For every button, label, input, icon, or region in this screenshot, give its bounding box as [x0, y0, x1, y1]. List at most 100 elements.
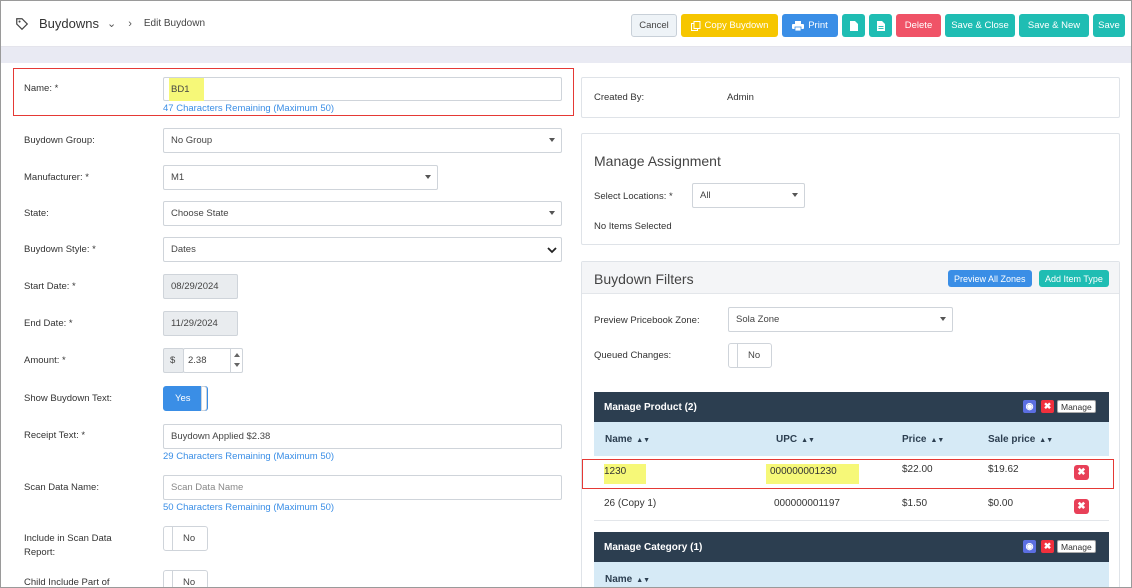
sort-icon: ▲▼ — [636, 577, 651, 584]
file-icon — [849, 20, 858, 31]
breadcrumb: Buydowns ⌄ › Edit Buydown — [15, 16, 205, 31]
child-value: No — [183, 577, 196, 588]
zone-label: Preview Pricebook Zone: — [594, 315, 700, 326]
created-panel: Created By: Admin — [581, 77, 1120, 118]
col-name[interactable]: Name ▲▼ — [605, 434, 650, 445]
export-pdf-button[interactable] — [842, 14, 865, 37]
row2-upc: 000000001197 — [774, 498, 840, 509]
eye-icon[interactable]: ◉ — [1023, 540, 1036, 553]
start-date-input[interactable]: 08/29/2024 — [163, 274, 238, 299]
style-select[interactable]: Dates — [163, 237, 562, 262]
group-label: Buydown Group: — [24, 135, 95, 146]
save-new-button[interactable]: Save & New — [1019, 14, 1089, 37]
close-icon[interactable]: ✖ — [1041, 540, 1054, 553]
show-text-value: Yes — [175, 393, 191, 404]
receipt-label: Receipt Text: * — [24, 430, 86, 441]
state-select[interactable]: Choose State — [163, 201, 562, 226]
name-label: Name: * — [24, 83, 59, 94]
row2-name: 26 (Copy 1) — [604, 498, 657, 509]
name-input[interactable]: BD1 — [163, 77, 562, 101]
zone-select[interactable]: Sola Zone — [728, 307, 953, 332]
end-date-label: End Date: * — [24, 318, 73, 329]
export-doc-button[interactable] — [869, 14, 892, 37]
col-category-name-label: Name — [605, 574, 633, 585]
stepper-down-icon[interactable] — [234, 363, 240, 367]
include-toggle[interactable]: No — [163, 526, 208, 551]
copy-buydown-label: Copy Buydown — [704, 20, 769, 31]
copy-buydown-button[interactable]: Copy Buydown — [681, 14, 778, 37]
col-sale[interactable]: Sale price ▲▼ — [988, 434, 1053, 445]
zone-value: Sola Zone — [736, 314, 780, 325]
receipt-value: Buydown Applied $2.38 — [171, 431, 271, 442]
caret-down-icon — [549, 138, 555, 142]
toggle-knob — [729, 344, 738, 367]
scan-label: Scan Data Name: — [24, 482, 99, 493]
top-bar: Buydowns ⌄ › Edit Buydown Cancel Copy Bu… — [1, 1, 1131, 47]
locations-select[interactable]: All — [692, 183, 805, 208]
currency-prefix: $ — [163, 348, 184, 373]
scan-placeholder: Scan Data Name — [171, 482, 244, 493]
col-sale-label: Sale price — [988, 434, 1036, 445]
save-button[interactable]: Save — [1093, 14, 1125, 37]
row2-price: $1.50 — [902, 498, 928, 509]
preview-all-zones-button[interactable]: Preview All Zones — [948, 270, 1032, 287]
end-date-input[interactable]: 11/29/2024 — [163, 311, 238, 336]
amount-value: 2.38 — [188, 355, 207, 366]
sort-icon: ▲▼ — [801, 437, 815, 444]
amount-stepper[interactable] — [230, 349, 242, 372]
breadcrumb-root[interactable]: Buydowns — [39, 16, 99, 31]
category-manage-button[interactable]: Manage — [1057, 540, 1096, 553]
state-label: State: — [24, 208, 49, 219]
amount-input[interactable]: 2.38 — [183, 348, 243, 373]
assignment-empty: No Items Selected — [594, 221, 672, 232]
child-toggle[interactable]: No — [163, 570, 208, 588]
delete-row-icon[interactable]: ✖ — [1074, 499, 1089, 514]
table-row[interactable]: 26 (Copy 1) 000000001197 $1.50 $0.00 ✖ — [594, 489, 1109, 521]
manufacturer-label: Manufacturer: * — [24, 172, 89, 183]
show-text-toggle[interactable]: Yes — [163, 386, 208, 411]
add-item-type-button[interactable]: Add Item Type — [1039, 270, 1109, 287]
chevron-down-icon — [547, 247, 557, 254]
name-hint: 47 Characters Remaining (Maximum 50) — [163, 103, 335, 114]
include-label-2: Report: — [24, 547, 56, 558]
delete-button[interactable]: Delete — [896, 14, 941, 37]
toolbar: Cancel Copy Buydown Print Delete Save & … — [631, 14, 1125, 37]
child-label: Child Include Part of — [24, 577, 110, 588]
filters-title: Buydown Filters — [594, 271, 694, 287]
manufacturer-value: M1 — [171, 172, 185, 183]
start-date-label: Start Date: * — [24, 281, 76, 292]
col-price[interactable]: Price ▲▼ — [902, 434, 944, 445]
tag-icon — [16, 17, 29, 30]
product-title: Manage Product (2) — [604, 401, 697, 413]
caret-down-icon — [792, 193, 798, 197]
printer-icon — [792, 20, 805, 31]
chevron-down-icon[interactable]: ⌄ — [107, 17, 116, 30]
receipt-input[interactable]: Buydown Applied $2.38 — [163, 424, 562, 449]
row2-sale: $0.00 — [988, 498, 1014, 509]
eye-icon[interactable]: ◉ — [1023, 400, 1036, 413]
highlight-box-row — [582, 459, 1114, 489]
col-upc-label: UPC — [776, 434, 798, 445]
created-label: Created By: — [594, 92, 645, 103]
header-band — [1, 47, 1131, 63]
created-value: Admin — [727, 92, 754, 103]
print-button[interactable]: Print — [782, 14, 838, 37]
group-select[interactable]: No Group — [163, 128, 562, 153]
state-value: Choose State — [171, 208, 229, 219]
style-label: Buydown Style: * — [24, 244, 96, 255]
manufacturer-select[interactable]: M1 — [163, 165, 438, 190]
stepper-up-icon[interactable] — [234, 353, 240, 357]
scan-input[interactable]: Scan Data Name — [163, 475, 562, 500]
caret-down-icon — [940, 317, 946, 321]
save-close-button[interactable]: Save & Close — [945, 14, 1015, 37]
app-frame: Buydowns ⌄ › Edit Buydown Cancel Copy Bu… — [0, 0, 1132, 588]
breadcrumb-current: Edit Buydown — [143, 18, 206, 29]
col-upc[interactable]: UPC ▲▼ — [776, 434, 815, 445]
queued-toggle[interactable]: No — [728, 343, 772, 368]
name-value: BD1 — [169, 77, 205, 101]
cancel-button[interactable]: Cancel — [631, 14, 677, 37]
product-manage-button[interactable]: Manage — [1057, 400, 1096, 413]
show-text-label: Show Buydown Text: — [24, 393, 113, 404]
col-category-name[interactable]: Name ▲▼ — [605, 574, 650, 585]
close-icon[interactable]: ✖ — [1041, 400, 1054, 413]
